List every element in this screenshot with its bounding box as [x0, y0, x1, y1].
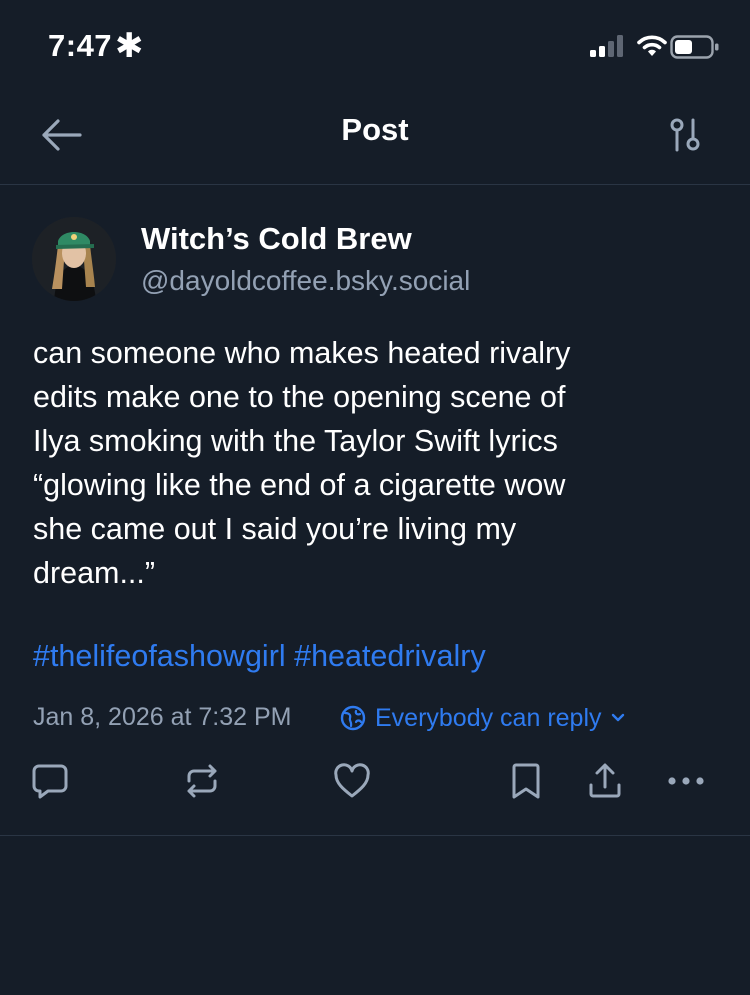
repost-icon	[182, 761, 222, 806]
share-button[interactable]	[583, 761, 627, 805]
post-text-line: dream...”	[33, 556, 156, 590]
avatar[interactable]	[32, 217, 116, 301]
battery-icon	[670, 35, 720, 64]
post-timestamp[interactable]: Jan 8, 2026 at 7:32 PM	[33, 703, 292, 732]
status-time: 7:47	[48, 28, 113, 63]
bookmark-icon	[506, 761, 546, 806]
reply-setting-label: Everybody can reply	[375, 703, 602, 732]
post-text-line: “glowing like the end of a cigarette wow	[33, 468, 566, 502]
hashtags: #thelifeofashowgirl #heatedrivalry	[33, 639, 486, 674]
like-icon	[332, 761, 372, 806]
share-icon	[585, 761, 625, 806]
globe-icon	[340, 705, 366, 731]
sliders-icon	[664, 118, 708, 162]
nav-header: Post	[0, 90, 750, 185]
like-button[interactable]	[330, 761, 374, 805]
hashtag-link[interactable]: #thelifeofashowgirl	[33, 639, 286, 673]
page-title: Post	[341, 112, 409, 147]
reply-setting-button[interactable]: Everybody can reply	[340, 701, 625, 735]
signal-icon	[590, 35, 628, 62]
more-icon	[664, 771, 708, 796]
bookmark-button[interactable]	[504, 761, 548, 805]
post-text-line: edits make one to the opening scene of	[33, 380, 566, 414]
post-text-line: Ilya smoking with the Taylor Swift lyric…	[33, 424, 558, 458]
status-symbol: ✱	[115, 27, 144, 65]
post: Witch’s Cold Brew @dayoldcoffee.bsky.soc…	[0, 185, 750, 836]
thread-options-button[interactable]	[664, 114, 708, 158]
status-bar: 7:47 ✱	[0, 0, 750, 90]
repost-button[interactable]	[180, 761, 224, 805]
author-display-name[interactable]: Witch’s Cold Brew	[141, 221, 412, 257]
more-options-button[interactable]	[664, 761, 708, 805]
chevron-down-icon	[611, 713, 625, 723]
reply-button[interactable]	[28, 761, 72, 805]
hashtag-link[interactable]: #heatedrivalry	[294, 639, 486, 673]
post-text-line: can someone who makes heated rivalry	[33, 336, 571, 370]
post-text-line: she came out I said you’re living my	[33, 512, 517, 546]
author-handle[interactable]: @dayoldcoffee.bsky.social	[141, 265, 470, 297]
wifi-icon	[637, 34, 667, 63]
reply-icon	[30, 761, 70, 806]
post-text: can someone who makes heated rivalry edi…	[33, 331, 683, 595]
post-actions	[0, 761, 750, 811]
